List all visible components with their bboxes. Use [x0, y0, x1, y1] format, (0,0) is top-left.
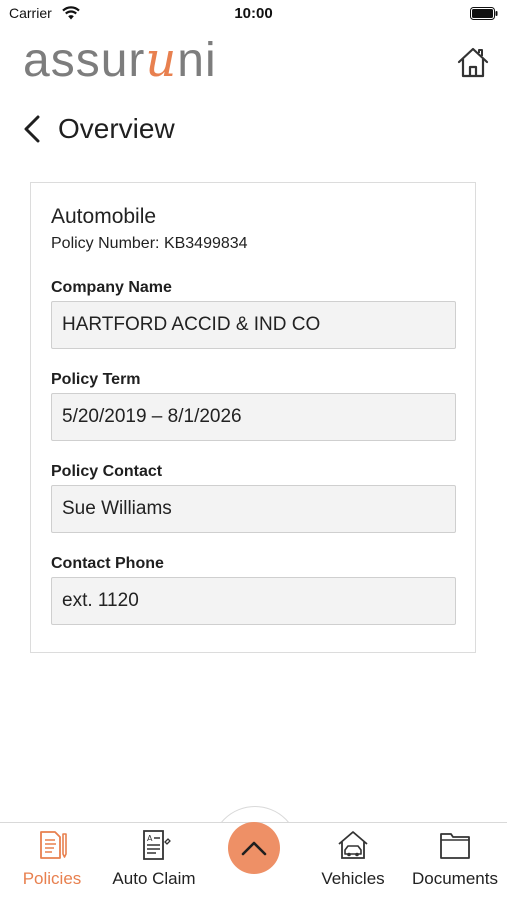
tab-vehicles[interactable]: Vehicles	[303, 828, 403, 894]
field-label: Policy Term	[51, 371, 141, 388]
policy-number-row: Policy Number: KB3499834	[51, 235, 248, 253]
tab-label: Documents	[412, 869, 498, 888]
logo-suffix: ni	[177, 34, 217, 87]
tab-label: Policies	[22, 869, 82, 888]
clock: 10:00	[234, 5, 273, 22]
field-label: Contact Phone	[51, 555, 164, 572]
app-logo: assuruni	[23, 30, 217, 91]
home-icon	[457, 47, 489, 78]
page-title: Overview	[58, 113, 175, 144]
policy-term-value[interactable]: 5/20/2019 – 8/1/2026	[51, 393, 456, 441]
company-name-value[interactable]: HARTFORD ACCID & IND CO	[51, 301, 456, 349]
contact-phone-field: Contact Phone ext. 1120	[51, 555, 456, 625]
policies-icon	[40, 831, 67, 859]
policy-type: Automobile	[51, 205, 157, 228]
logo-prefix: assur	[23, 34, 146, 87]
policy-term-field: Policy Term 5/20/2019 – 8/1/2026	[51, 371, 456, 441]
tab-label: Vehicles	[321, 869, 385, 888]
policy-card: Automobile Policy Number: KB3499834 Comp…	[30, 182, 476, 653]
status-bar: Carrier 10:00	[0, 0, 507, 28]
contact-phone-value[interactable]: ext. 1120	[51, 577, 456, 625]
documents-icon	[440, 833, 470, 859]
policy-contact-field: Policy Contact Sue Williams	[51, 463, 456, 533]
back-button[interactable]: Overview	[22, 108, 175, 150]
expand-menu-button[interactable]	[228, 822, 280, 874]
policy-number-label: Policy Number:	[51, 235, 160, 252]
svg-text:A: A	[147, 834, 153, 843]
tab-label: Auto Claim	[112, 869, 196, 888]
chevron-up-icon	[241, 841, 267, 856]
field-label: Policy Contact	[51, 463, 163, 480]
chevron-left-icon	[24, 115, 40, 143]
logo-accent: u	[145, 32, 178, 88]
vehicles-icon	[338, 831, 368, 859]
home-button[interactable]	[452, 42, 494, 84]
tab-auto-claim[interactable]: A Auto Claim	[104, 828, 204, 894]
tab-documents[interactable]: Documents	[405, 828, 505, 894]
policy-number: KB3499834	[163, 235, 248, 252]
company-name-field: Company Name HARTFORD ACCID & IND CO	[51, 279, 456, 349]
auto-claim-icon: A	[143, 830, 171, 860]
field-label: Company Name	[51, 279, 172, 296]
tab-policies[interactable]: Policies	[2, 828, 102, 894]
battery-icon	[470, 7, 498, 20]
policy-contact-value[interactable]: Sue Williams	[51, 485, 456, 533]
